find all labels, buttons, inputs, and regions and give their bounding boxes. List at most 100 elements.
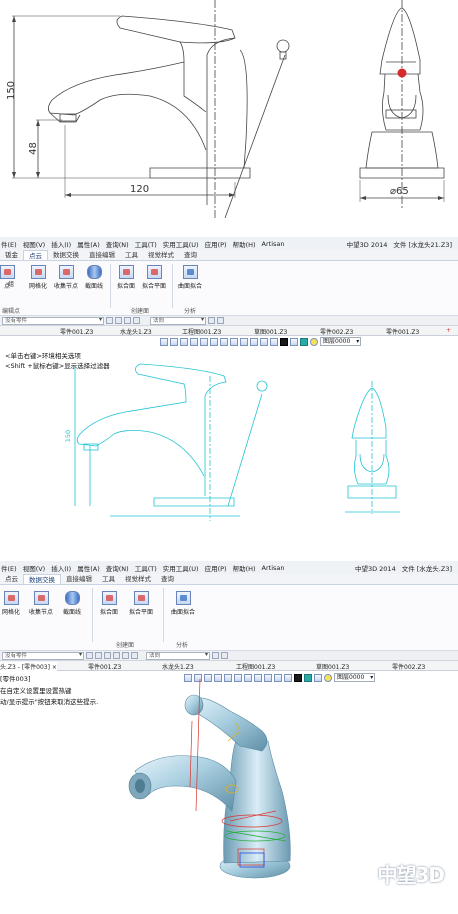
tab-data-exchange[interactable]: 数据交换 bbox=[23, 574, 61, 584]
menu-insert[interactable]: 插入(I) bbox=[51, 239, 71, 249]
tab-visual-style[interactable]: 视觉样式 bbox=[120, 574, 156, 584]
collect-nodes-button[interactable]: 收集节点 bbox=[51, 265, 81, 290]
filter-icon[interactable] bbox=[113, 652, 120, 659]
doc-tab-part001[interactable]: 零件001.Z3 bbox=[88, 662, 121, 671]
snap-icon[interactable] bbox=[217, 317, 224, 324]
group-label-analysis: 分析 bbox=[184, 308, 197, 315]
filter-icon[interactable] bbox=[115, 317, 122, 324]
tab-direct-edit[interactable]: 直接编辑 bbox=[84, 250, 120, 260]
graphics-viewport[interactable]: 图层0000 [零件003] 在自定义设置里设置热键 动/显示提示"按钮来取消这… bbox=[0, 671, 458, 903]
filter-icon[interactable] bbox=[86, 652, 93, 659]
menu-query[interactable]: 查询(N) bbox=[106, 563, 129, 573]
doc-tab-part001[interactable]: 零件001.Z3 bbox=[60, 327, 93, 336]
mesh-button[interactable]: 网格化 bbox=[23, 265, 53, 290]
menu-artisan[interactable]: Artisan bbox=[262, 240, 285, 248]
tab-query[interactable]: 查询 bbox=[156, 574, 179, 584]
section-line-button[interactable]: 截面线 bbox=[79, 265, 109, 290]
doc-tab-drawing001[interactable]: 工程图001.Z3 bbox=[182, 327, 221, 336]
section-line-button[interactable]: 截面线 bbox=[57, 591, 87, 616]
menu-apps[interactable]: 应用(P) bbox=[205, 563, 227, 573]
menu-file[interactable]: 件(E) bbox=[1, 239, 17, 249]
collect-nodes-button[interactable]: 收集节点 bbox=[26, 591, 56, 616]
group-label: 组 bbox=[7, 281, 14, 288]
fit-plane-button[interactable]: 拟合平面 bbox=[126, 591, 156, 616]
mesh-button[interactable]: 网格化 bbox=[0, 591, 26, 616]
doc-tab-sketch001[interactable]: 草图001.Z3 bbox=[316, 662, 349, 671]
fit-plane-label: 拟合平面 bbox=[128, 609, 153, 616]
document-tabs: 头.Z3 - [零件003] × 零件001.Z3 水龙头1.Z3 工程图001… bbox=[0, 661, 458, 671]
filter-icon[interactable] bbox=[131, 652, 138, 659]
snap-icon[interactable] bbox=[221, 652, 228, 659]
doc-tab-part003-active[interactable]: 头.Z3 - [零件003] × bbox=[0, 662, 57, 671]
menu-view[interactable]: 视图(V) bbox=[23, 563, 46, 573]
menu-apps[interactable]: 应用(P) bbox=[205, 239, 227, 249]
doc-tab-part002[interactable]: 零件002.Z3 bbox=[320, 327, 353, 336]
filter-icon[interactable] bbox=[95, 652, 102, 659]
add-tab-icon[interactable]: + bbox=[446, 327, 451, 334]
tab-tools[interactable]: 工具 bbox=[120, 250, 143, 260]
ribbon-tabs: 点云 数据交换 直接编辑 工具 视觉样式 查询 bbox=[0, 574, 458, 585]
filter-icon[interactable] bbox=[106, 317, 113, 324]
menu-artisan[interactable]: Artisan bbox=[262, 564, 285, 572]
group-button[interactable]: 组 bbox=[2, 279, 20, 288]
fit-surface-button[interactable]: 拟合面 bbox=[111, 265, 141, 290]
fit-surface-button[interactable]: 拟合面 bbox=[94, 591, 124, 616]
filter-icon[interactable] bbox=[124, 317, 131, 324]
tab-sheetmetal[interactable]: 钣金 bbox=[0, 250, 23, 260]
doc-tab-part002[interactable]: 零件002.Z3 bbox=[392, 662, 425, 671]
part-filter-combo[interactable]: 没有零件 bbox=[2, 651, 84, 660]
menu-insert[interactable]: 插入(I) bbox=[51, 563, 71, 573]
fit-plane-label: 拟合平面 bbox=[141, 283, 166, 290]
section-line-label: 截面线 bbox=[62, 609, 81, 616]
mesh-label: 网格化 bbox=[1, 609, 20, 616]
filter-icon[interactable] bbox=[122, 652, 129, 659]
doc-tab-sketch001[interactable]: 草图001.Z3 bbox=[254, 327, 287, 336]
filter-bar: 没有零件 法向 bbox=[0, 651, 458, 661]
filter-icon[interactable] bbox=[104, 652, 111, 659]
tab-pointcloud[interactable]: 点云 bbox=[23, 250, 48, 260]
menu-utilities[interactable]: 实用工具(U) bbox=[163, 239, 199, 249]
doc-tab-faucet1[interactable]: 水龙头1.Z3 bbox=[120, 327, 152, 336]
doc-tab-part001b[interactable]: 零件001.Z3 bbox=[386, 327, 419, 336]
group-label-edit-points: 编辑点 bbox=[2, 308, 21, 315]
snap-icon[interactable] bbox=[212, 652, 219, 659]
tab-tools[interactable]: 工具 bbox=[97, 574, 120, 584]
part-filter-combo[interactable]: 没有零件 bbox=[2, 316, 104, 325]
doc-tab-faucet1[interactable]: 水龙头1.Z3 bbox=[162, 662, 194, 671]
fit-plane-button[interactable]: 拟合平面 bbox=[139, 265, 169, 290]
surface-fit-button[interactable]: 曲面拟合 bbox=[175, 265, 205, 290]
drawing-dim-150: 150 bbox=[64, 429, 73, 443]
file-label: 文件 [水龙头21.Z3] bbox=[393, 240, 452, 249]
cyan-drawing-svg bbox=[74, 363, 400, 521]
snap-icon[interactable] bbox=[208, 317, 215, 324]
zw3d-window-pointcloud: 件(E) 视图(V) 插入(I) 属性(A) 查询(N) 工具(T) 实用工具(… bbox=[0, 237, 458, 554]
tab-direct-edit[interactable]: 直接编辑 bbox=[61, 574, 97, 584]
menu-file[interactable]: 件(E) bbox=[1, 563, 17, 573]
menu-view[interactable]: 视图(V) bbox=[23, 239, 46, 249]
group-label-analysis: 分析 bbox=[176, 642, 189, 649]
surface-fit-button[interactable]: 曲面拟合 bbox=[168, 591, 198, 616]
menu-help[interactable]: 帮助(H) bbox=[233, 239, 256, 249]
menu-utilities[interactable]: 实用工具(U) bbox=[163, 563, 199, 573]
graphics-viewport[interactable]: 图层0000 <单击右键>环境相关选项 <Shift +鼠标右键>显示选择过滤器 bbox=[0, 336, 458, 554]
menu-tools[interactable]: 工具(T) bbox=[135, 239, 157, 249]
fit-surface-label: 拟合面 bbox=[99, 609, 118, 616]
ribbon-panel: 点 组 网格化 收集节点 截面线 拟合面 拟合平面 曲面拟合 编辑点 创建面 分… bbox=[0, 261, 458, 316]
tab-pointcloud[interactable]: 点云 bbox=[0, 574, 23, 584]
tab-visual-style[interactable]: 视觉样式 bbox=[143, 250, 179, 260]
menu-query[interactable]: 查询(N) bbox=[106, 239, 129, 249]
ribbon-divider bbox=[163, 588, 164, 642]
menu-tools[interactable]: 工具(T) bbox=[135, 563, 157, 573]
doc-tab-drawing001[interactable]: 工程图001.Z3 bbox=[236, 662, 275, 671]
normal-combo[interactable]: 法向 bbox=[146, 651, 210, 660]
filter-icon[interactable] bbox=[133, 317, 140, 324]
normal-combo[interactable]: 法向 bbox=[150, 316, 206, 325]
menu-help[interactable]: 帮助(H) bbox=[233, 563, 256, 573]
menu-attributes[interactable]: 属性(A) bbox=[77, 239, 100, 249]
tab-data-exchange[interactable]: 数据交换 bbox=[48, 250, 84, 260]
collect-nodes-icon bbox=[58, 265, 74, 279]
filter-bar: 没有零件 法向 bbox=[0, 316, 458, 326]
menu-attributes[interactable]: 属性(A) bbox=[77, 563, 100, 573]
fit-plane-icon bbox=[133, 591, 149, 605]
tab-query[interactable]: 查询 bbox=[179, 250, 202, 260]
